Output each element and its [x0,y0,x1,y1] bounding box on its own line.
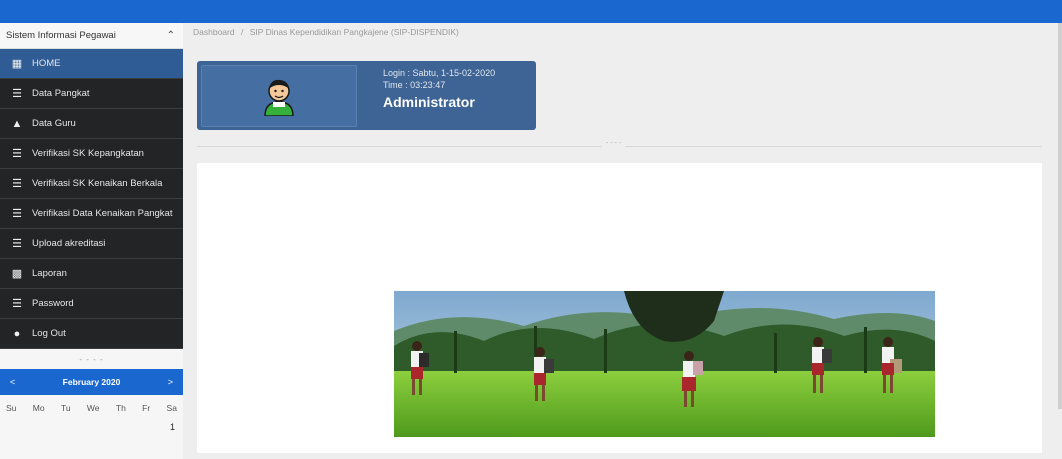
user-role: Administrator [383,94,475,110]
calendar-week: 1 [0,413,183,432]
sidebar-item-label: Verifikasi SK Kenaikan Berkala [32,178,163,189]
sidebar-item-label: Data Pangkat [32,88,90,99]
breadcrumb-current: SIP Dinas Kependidikan Pangkajene (SIP-D… [249,27,459,37]
sidebar-item-verifikasi-sk-kenaikan-berkala[interactable]: ☰ Verifikasi SK Kenaikan Berkala [0,169,183,199]
sidebar-item-label: HOME [32,58,61,69]
weekday-label: Th [115,403,126,413]
page-scrollbar[interactable] [1058,23,1062,409]
weekday-label: Tu [60,403,71,413]
user-icon: ▲ [11,117,23,130]
print-icon: ▩ [11,268,23,280]
sidebar-item-label: Verifikasi SK Kepangkatan [32,148,144,159]
prev-month-button[interactable]: < [10,377,15,387]
divider-label: - - - - [602,140,626,147]
user-avatar-icon [264,79,294,116]
calendar-month: February 2020 [62,377,121,387]
sidebar-item-label: Upload akreditasi [32,238,106,249]
sidebar-item-laporan[interactable]: ▩ Laporan [0,259,183,289]
list-icon: ☰ [12,178,22,190]
login-date: Login : Sabtu, 1-15-02-2020 [383,68,496,78]
sidebar-item-label: Data Guru [32,118,76,129]
weekday-label: Sa [166,403,177,413]
sidebar-item-label: Verifikasi Data Kenaikan Pangkat [32,208,173,219]
sidebar-item-password[interactable]: ☰ Password [0,289,183,319]
next-month-button[interactable]: > [168,377,173,387]
breadcrumb-home[interactable]: Dashboard [193,27,235,37]
school-children-banner [394,291,935,437]
avatar [201,65,357,127]
chevron-up-icon[interactable]: ⌃ [167,30,175,41]
banner-image [394,291,935,437]
sidebar: Sistem Informasi Pegawai ⌃ ▦ HOME ☰ Data… [0,23,183,459]
app-title: Sistem Informasi Pegawai [6,30,116,41]
weekday-label: Fr [142,403,151,413]
login-time: Time : 03:23:47 [383,80,446,90]
sidebar-item-label: Laporan [32,268,67,279]
list-icon: ☰ [12,238,22,250]
login-text: Login : Sabtu, 1-15-02-2020 Time : 03:23… [383,67,496,110]
sidebar-item-label: Log Out [32,328,66,339]
sidebar-item-log-out[interactable]: ● Log Out [0,319,183,349]
content-panel [197,163,1042,453]
sidebar-item-data-pangkat[interactable]: ☰ Data Pangkat [0,79,183,109]
sidebar-item-verifikasi-data-kenaikan-pangkat[interactable]: ☰ Verifikasi Data Kenaikan Pangkat [0,199,183,229]
calendar-header: < February 2020 > [0,369,183,395]
sidebar-item-home[interactable]: ▦ HOME [0,49,183,79]
sidebar-item-verifikasi-sk-kepangkatan[interactable]: ☰ Verifikasi SK Kepangkatan [0,139,183,169]
calendar-heading: - - - - [79,354,104,364]
sidebar-menu: ▦ HOME ☰ Data Pangkat ▲ Data Guru ☰ Veri… [0,49,183,349]
login-info-card: Login : Sabtu, 1-15-02-2020 Time : 03:23… [197,61,536,130]
weekday-label: We [86,403,100,413]
sidebar-item-label: Password [32,298,74,309]
list-icon: ☰ [12,208,22,220]
sidebar-item-data-guru[interactable]: ▲ Data Guru [0,109,183,139]
sidebar-header[interactable]: Sistem Informasi Pegawai ⌃ [0,23,183,49]
power-icon: ● [13,327,21,340]
section-divider: - - - - [197,140,1042,147]
calendar-weekdays: Su Mo Tu We Th Fr Sa [0,395,183,413]
calendar-day[interactable]: 1 [170,422,175,432]
list-icon: ☰ [12,88,22,100]
grid-icon: ▦ [11,58,23,70]
breadcrumb-separator: / [240,27,244,37]
top-bar [0,0,1062,23]
list-icon: ☰ [12,298,22,310]
weekday-label: Mo [32,403,45,413]
sidebar-item-upload-akreditasi[interactable]: ☰ Upload akreditasi [0,229,183,259]
breadcrumb: Dashboard / SIP Dinas Kependidikan Pangk… [193,27,459,37]
weekday-label: Su [6,403,17,413]
list-icon: ☰ [12,148,22,160]
